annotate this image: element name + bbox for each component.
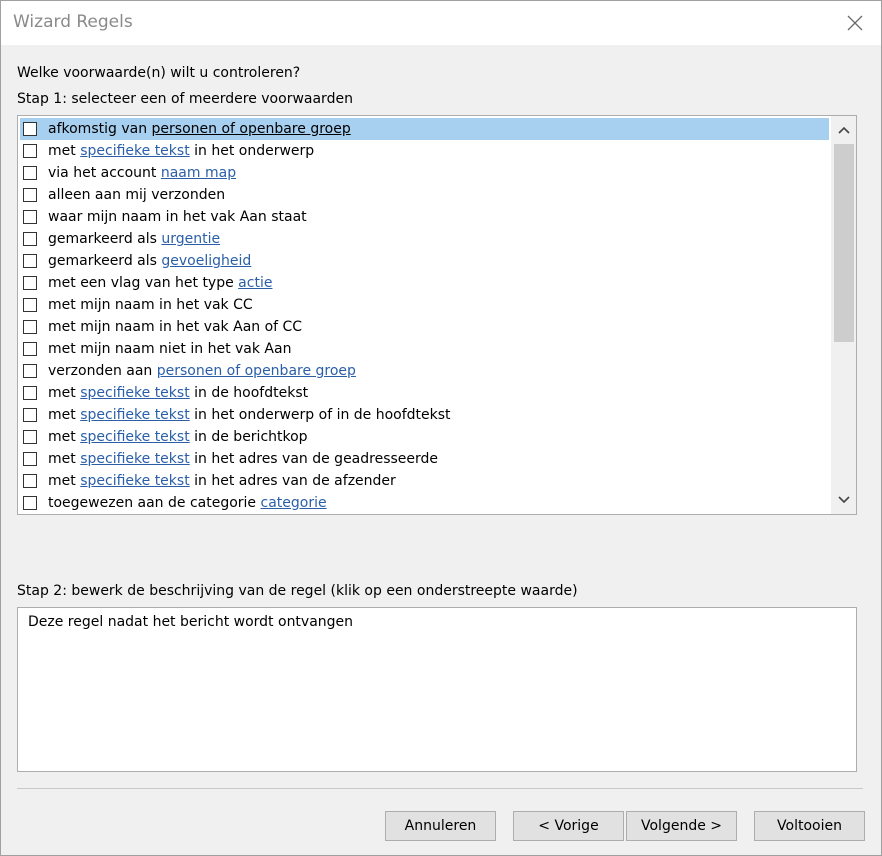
condition-checkbox[interactable]	[23, 188, 37, 202]
condition-text-suffix: in het onderwerp of in de hoofdtekst	[189, 407, 451, 423]
scrollbar-thumb[interactable]	[834, 144, 854, 342]
condition-checkbox[interactable]	[23, 342, 37, 356]
condition-item[interactable]: verzonden aan personen of openbare groep	[20, 360, 829, 382]
scroll-down-button[interactable]	[831, 488, 856, 512]
condition-link[interactable]: naam map	[161, 165, 236, 181]
condition-checkbox[interactable]	[23, 122, 37, 136]
condition-checkbox[interactable]	[23, 452, 37, 466]
condition-link[interactable]: specifieke tekst	[80, 407, 189, 423]
condition-item[interactable]: alleen aan mij verzonden	[20, 184, 829, 206]
condition-item[interactable]: met mijn naam in het vak CC	[20, 294, 829, 316]
condition-text: met	[48, 429, 81, 445]
condition-checkbox[interactable]	[23, 386, 37, 400]
condition-link[interactable]: personen of openbare groep	[152, 121, 351, 137]
condition-text: gemarkeerd als	[48, 253, 162, 269]
condition-text: met	[48, 407, 81, 423]
condition-link[interactable]: specifieke tekst	[80, 429, 189, 445]
chevron-up-icon	[837, 126, 850, 134]
condition-text-suffix: in de berichtkop	[189, 429, 308, 445]
condition-item[interactable]: met specifieke tekst in de hoofdtekst	[20, 382, 829, 404]
condition-checkbox[interactable]	[23, 364, 37, 378]
condition-item[interactable]: met specifieke tekst in het adres van de…	[20, 470, 829, 492]
scroll-up-button[interactable]	[831, 118, 856, 142]
condition-link[interactable]: personen of openbare groep	[157, 363, 356, 379]
condition-link[interactable]: specifieke tekst	[80, 473, 189, 489]
condition-item[interactable]: met specifieke tekst in het onderwerp	[20, 140, 829, 162]
step2-label: Stap 2: bewerk de beschrijving van de re…	[17, 583, 578, 599]
divider	[17, 788, 863, 789]
condition-checkbox[interactable]	[23, 496, 37, 510]
close-icon	[847, 15, 863, 31]
condition-checkbox[interactable]	[23, 210, 37, 224]
condition-text: waar mijn naam in het vak Aan staat	[48, 209, 307, 225]
condition-text-suffix: in het adres van de geadresseerde	[189, 451, 439, 467]
step1-label: Stap 1: selecteer een of meerdere voorwa…	[17, 91, 353, 107]
condition-item[interactable]: gemarkeerd als urgentie	[20, 228, 829, 250]
condition-text: met mijn naam niet in het vak Aan	[48, 341, 292, 357]
condition-text: met	[48, 451, 81, 467]
condition-checkbox[interactable]	[23, 408, 37, 422]
condition-text: met mijn naam in het vak CC	[48, 297, 253, 313]
condition-item[interactable]: via het account naam map	[20, 162, 829, 184]
condition-checkbox[interactable]	[23, 232, 37, 246]
close-button[interactable]	[837, 5, 873, 41]
condition-checkbox[interactable]	[23, 298, 37, 312]
condition-checkbox[interactable]	[23, 254, 37, 268]
finish-button[interactable]: Voltooien	[754, 811, 865, 841]
condition-item[interactable]: waar mijn naam in het vak Aan staat	[20, 206, 829, 228]
condition-text-suffix: in de hoofdtekst	[189, 385, 309, 401]
condition-text: met	[48, 143, 81, 159]
condition-checkbox[interactable]	[23, 276, 37, 290]
rules-wizard-dialog: Wizard Regels Welke voorwaarde(n) wilt u…	[0, 0, 882, 856]
condition-checkbox[interactable]	[23, 474, 37, 488]
step1-question: Welke voorwaarde(n) wilt u controleren?	[17, 65, 301, 81]
condition-text: met	[48, 473, 81, 489]
condition-item[interactable]: met specifieke tekst in het adres van de…	[20, 448, 829, 470]
condition-checkbox[interactable]	[23, 320, 37, 334]
condition-link[interactable]: categorie	[261, 495, 327, 511]
condition-checkbox[interactable]	[23, 144, 37, 158]
condition-checkbox[interactable]	[23, 430, 37, 444]
condition-text-suffix: in het adres van de afzender	[189, 473, 396, 489]
condition-text: afkomstig van	[48, 121, 152, 137]
back-button[interactable]: < Vorige	[513, 811, 624, 841]
conditions-list[interactable]: afkomstig van personen of openbare groep…	[17, 115, 857, 515]
condition-link[interactable]: urgentie	[161, 231, 220, 247]
condition-item[interactable]: toegewezen aan de categorie categorie	[20, 492, 829, 514]
rule-description-text: Deze regel nadat het bericht wordt ontva…	[28, 614, 354, 630]
title-bar: Wizard Regels	[1, 1, 881, 45]
condition-link[interactable]: specifieke tekst	[80, 385, 189, 401]
condition-text: gemarkeerd als	[48, 231, 162, 247]
conditions-scrollbar[interactable]	[831, 116, 856, 514]
condition-item[interactable]: met specifieke tekst in de berichtkop	[20, 426, 829, 448]
condition-link[interactable]: gevoeligheid	[161, 253, 251, 269]
condition-item[interactable]: met mijn naam in het vak Aan of CC	[20, 316, 829, 338]
condition-checkbox[interactable]	[23, 166, 37, 180]
condition-text: met	[48, 385, 81, 401]
condition-text: met een vlag van het type	[48, 275, 239, 291]
condition-item[interactable]: met mijn naam niet in het vak Aan	[20, 338, 829, 360]
condition-link[interactable]: actie	[238, 275, 272, 291]
rule-description-box[interactable]: Deze regel nadat het bericht wordt ontva…	[17, 607, 857, 772]
condition-text: verzonden aan	[48, 363, 157, 379]
condition-text: toegewezen aan de categorie	[48, 495, 261, 511]
condition-link[interactable]: specifieke tekst	[80, 143, 189, 159]
window-title: Wizard Regels	[13, 12, 133, 32]
condition-text: alleen aan mij verzonden	[48, 187, 226, 203]
cancel-button[interactable]: Annuleren	[385, 811, 496, 841]
condition-text: met mijn naam in het vak Aan of CC	[48, 319, 303, 335]
next-button[interactable]: Volgende >	[626, 811, 737, 841]
condition-item[interactable]: met een vlag van het type actie	[20, 272, 829, 294]
chevron-down-icon	[837, 496, 850, 504]
condition-link[interactable]: specifieke tekst	[80, 451, 189, 467]
condition-item[interactable]: met specifieke tekst in het onderwerp of…	[20, 404, 829, 426]
condition-item[interactable]: gemarkeerd als gevoeligheid	[20, 250, 829, 272]
condition-text-suffix: in het onderwerp	[189, 143, 315, 159]
condition-item[interactable]: afkomstig van personen of openbare groep	[20, 118, 829, 140]
condition-text: via het account	[48, 165, 161, 181]
